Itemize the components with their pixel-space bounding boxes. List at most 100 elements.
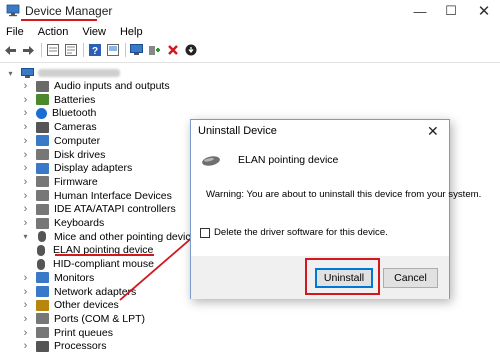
tree-item[interactable]: ▾ Mice and other pointing devices bbox=[21, 230, 202, 244]
tree-item-label: Audio inputs and outputs bbox=[54, 80, 170, 92]
tree-item-label: Computer bbox=[54, 134, 101, 147]
dialog-close-icon[interactable]: ✕ bbox=[427, 123, 439, 140]
menu-action[interactable]: Action bbox=[31, 26, 76, 38]
computer-icon bbox=[36, 135, 49, 147]
tree-item[interactable]: › Human Interface Devices bbox=[21, 189, 172, 203]
printer-icon bbox=[36, 327, 49, 339]
tree-item[interactable]: › IDE ATA/ATAPI controllers bbox=[21, 202, 176, 216]
tree-item-label: Bluetooth bbox=[52, 107, 97, 120]
properties-icon[interactable] bbox=[64, 44, 77, 57]
tree-item-label: Human Interface Devices bbox=[54, 189, 172, 202]
tree-item[interactable]: › Network adapters bbox=[21, 285, 137, 299]
mouse-icon bbox=[38, 231, 46, 243]
tree-item-label: Network adapters bbox=[54, 285, 137, 298]
toolbar-separator bbox=[125, 43, 126, 57]
expand-chevron-icon[interactable]: › bbox=[21, 107, 30, 119]
tree-root[interactable]: ▾ bbox=[6, 66, 120, 80]
disk-drive-icon bbox=[36, 149, 49, 160]
tree-item[interactable]: › Firmware bbox=[21, 175, 98, 189]
tree-item[interactable]: HID-compliant mouse bbox=[35, 257, 154, 271]
expand-chevron-icon[interactable]: › bbox=[21, 272, 30, 284]
expand-chevron-icon[interactable]: › bbox=[21, 286, 30, 298]
tree-view-icon[interactable] bbox=[46, 44, 59, 57]
expand-chevron-icon[interactable]: › bbox=[21, 176, 30, 188]
expand-chevron-icon[interactable]: › bbox=[21, 203, 30, 215]
forward-arrow-icon[interactable] bbox=[22, 44, 35, 57]
tree-item-label: Batteries bbox=[54, 93, 96, 106]
tree-item[interactable]: › Disk drives bbox=[21, 148, 106, 162]
mouse-icon bbox=[37, 258, 45, 270]
tree-item[interactable]: › Bluetooth bbox=[21, 106, 97, 120]
monitor-icon[interactable] bbox=[130, 44, 143, 57]
selected-device-annotation-underline bbox=[55, 254, 154, 256]
delete-driver-checkbox[interactable] bbox=[200, 228, 210, 238]
device-manager-app-icon bbox=[6, 4, 20, 17]
firmware-icon bbox=[36, 176, 49, 188]
toolbar-divider bbox=[0, 62, 500, 63]
expand-chevron-icon[interactable]: › bbox=[21, 94, 30, 106]
processor-icon bbox=[36, 340, 49, 352]
ide-controller-icon bbox=[36, 203, 49, 215]
svg-text:?: ? bbox=[91, 46, 97, 56]
expand-chevron-icon[interactable]: › bbox=[21, 135, 30, 147]
bluetooth-icon bbox=[36, 107, 47, 119]
expand-chevron-icon[interactable]: › bbox=[21, 162, 30, 174]
other-devices-icon bbox=[36, 299, 49, 311]
monitor-icon bbox=[36, 272, 49, 284]
tree-item-label: IDE ATA/ATAPI controllers bbox=[54, 203, 176, 216]
toolbar-separator bbox=[41, 43, 42, 57]
menu-bar: File Action View Help bbox=[0, 23, 500, 41]
expand-chevron-icon[interactable]: › bbox=[21, 327, 30, 339]
tree-item[interactable]: › Other devices bbox=[21, 298, 119, 312]
toolbar-separator bbox=[83, 43, 84, 57]
tree-item[interactable]: › Cameras bbox=[21, 120, 97, 134]
tree-item[interactable]: › Computer bbox=[21, 134, 100, 148]
disable-device-icon[interactable] bbox=[184, 44, 197, 57]
uninstall-x-icon[interactable] bbox=[166, 44, 179, 57]
maximize-button[interactable]: ☐ bbox=[436, 0, 466, 22]
tree-item[interactable]: › Audio inputs and outputs bbox=[21, 79, 170, 93]
expand-chevron-icon[interactable]: › bbox=[21, 149, 30, 161]
minimize-button[interactable]: — bbox=[405, 0, 435, 22]
menu-help[interactable]: Help bbox=[113, 26, 150, 38]
tree-item-label: Ports (COM & LPT) bbox=[54, 312, 146, 325]
expand-chevron-icon[interactable]: › bbox=[21, 80, 30, 92]
cancel-button[interactable]: Cancel bbox=[383, 268, 438, 288]
expand-chevron-icon[interactable]: › bbox=[21, 313, 30, 325]
tree-item[interactable]: › Print queues bbox=[21, 326, 113, 340]
expand-chevron-icon[interactable]: › bbox=[21, 190, 30, 202]
tree-item[interactable]: › Display adapters bbox=[21, 161, 133, 175]
close-button[interactable]: ✕ bbox=[469, 0, 499, 22]
delete-driver-checkbox-label[interactable]: Delete the driver software for this devi… bbox=[214, 227, 388, 238]
toolbar: ? bbox=[0, 41, 500, 59]
expand-chevron-icon[interactable]: › bbox=[21, 340, 30, 352]
dialog-title: Uninstall Device bbox=[198, 125, 277, 137]
tree-item[interactable]: › Batteries bbox=[21, 93, 96, 107]
tree-item-label: Monitors bbox=[54, 271, 95, 284]
keyboard-icon bbox=[36, 217, 49, 229]
collapse-chevron-icon[interactable]: ▾ bbox=[21, 232, 30, 241]
menu-file[interactable]: File bbox=[0, 26, 31, 38]
tree-item[interactable]: › Processors bbox=[21, 339, 107, 353]
tree-item[interactable]: › Ports (COM & LPT) bbox=[21, 312, 145, 326]
collapse-chevron-icon[interactable]: ▾ bbox=[6, 69, 15, 78]
tree-item-label: Mice and other pointing devices bbox=[54, 230, 202, 243]
tree-item[interactable]: › Keyboards bbox=[21, 216, 105, 230]
expand-chevron-icon[interactable]: › bbox=[21, 299, 30, 311]
menu-view[interactable]: View bbox=[75, 26, 113, 38]
tree-item[interactable]: › Monitors bbox=[21, 271, 95, 285]
help-icon[interactable]: ? bbox=[88, 44, 101, 57]
expand-chevron-icon[interactable]: › bbox=[21, 217, 30, 229]
tree-item-label: Other devices bbox=[54, 299, 119, 312]
network-adapter-icon bbox=[36, 286, 49, 297]
uninstall-annotation-box bbox=[305, 258, 380, 295]
expand-chevron-icon[interactable]: › bbox=[21, 121, 30, 133]
window-title: Device Manager bbox=[25, 4, 113, 18]
tree-item-label: Disk drives bbox=[54, 148, 106, 161]
title-annotation-underline bbox=[21, 19, 97, 21]
update-driver-icon[interactable] bbox=[148, 44, 161, 57]
tree-item-label: HID-compliant mouse bbox=[53, 258, 154, 271]
port-icon bbox=[36, 313, 49, 325]
scan-hardware-icon[interactable] bbox=[106, 44, 119, 57]
back-arrow-icon[interactable] bbox=[4, 44, 17, 57]
